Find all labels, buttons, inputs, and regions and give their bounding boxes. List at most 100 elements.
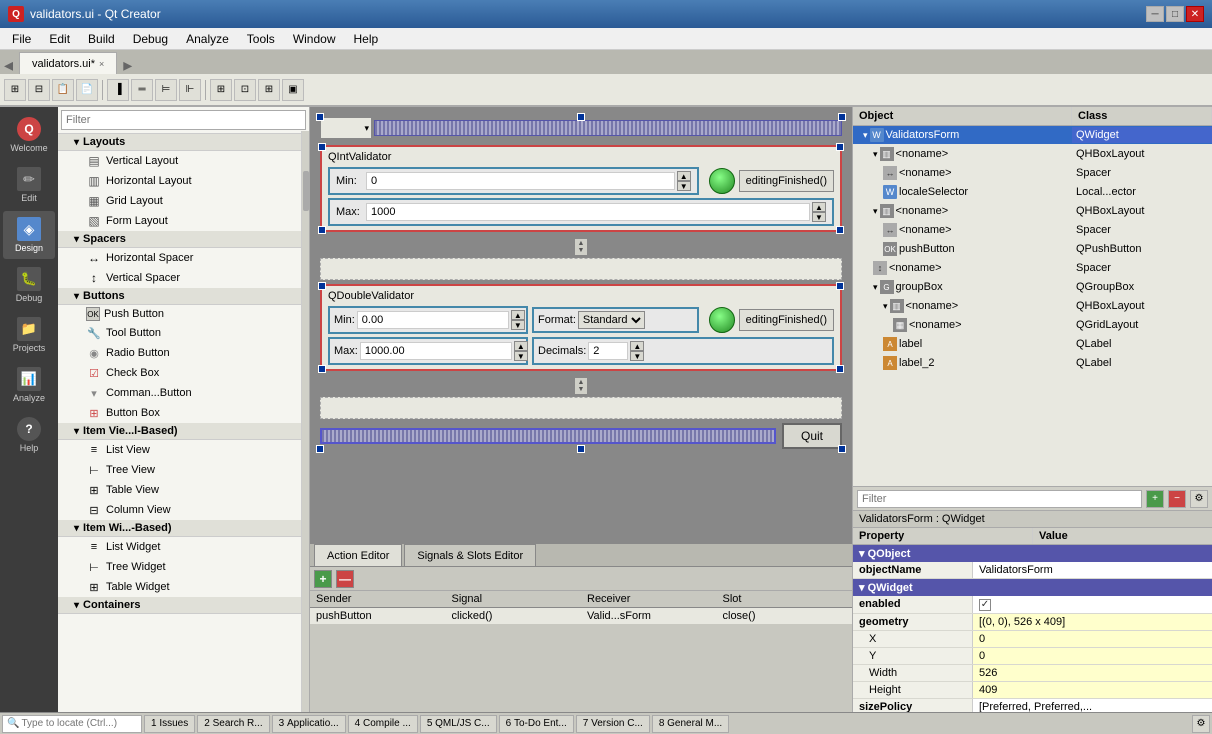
toolbar-btn-12[interactable]: ▣ [282,79,304,101]
qint-max-down[interactable]: ▼ [812,212,826,222]
filter-add-btn[interactable]: + [1146,490,1164,508]
obj-row-10[interactable]: ▦ <noname> QGridLayout [853,316,1212,335]
obj-row-2[interactable]: ↔ <noname> Spacer [853,164,1212,183]
tree-item-radio-button[interactable]: ◉ Radio Button [58,343,309,363]
tab-action-editor[interactable]: Action Editor [314,544,402,566]
qint-min-input[interactable] [366,172,675,190]
qdouble-max-up[interactable]: ▲ [514,341,528,351]
obj-row-7[interactable]: ↕ <noname> Spacer [853,259,1212,278]
qint-min-up[interactable]: ▲ [677,171,691,181]
toolbar-btn-1[interactable]: ⊞ [4,79,26,101]
sidebar-analyze[interactable]: 📊 Analyze [3,361,55,409]
qint-max-input[interactable] [366,203,810,221]
menu-debug[interactable]: Debug [125,30,176,48]
obj-row-1[interactable]: ▾ ▥ <noname> QHBoxLayout [853,145,1212,164]
status-general[interactable]: 8 General M... [652,715,729,733]
sidebar-help[interactable]: ? Help [3,411,55,459]
locate-input[interactable] [21,718,131,729]
toolbar-btn-2[interactable]: ⊟ [28,79,50,101]
obj-row-11[interactable]: A label QLabel [853,335,1212,354]
menu-window[interactable]: Window [285,30,344,48]
tree-item-h-spacer[interactable]: ↔ Horizontal Spacer [58,248,309,268]
sidebar-projects[interactable]: 📁 Projects [3,311,55,359]
tree-item-command-button[interactable]: ▾ Comman...Button [58,383,309,403]
window-controls[interactable]: ─ □ ✕ [1146,6,1204,22]
toolbar-btn-6[interactable]: ═ [131,79,153,101]
obj-row-8[interactable]: ▾ G groupBox QGroupBox [853,278,1212,297]
qint-max-up[interactable]: ▲ [812,202,826,212]
tree-arrow-4[interactable]: ▾ [873,206,878,217]
minimize-button[interactable]: ─ [1146,6,1164,22]
tree-arrow-0[interactable]: ▾ [863,130,868,141]
qdouble-max-input[interactable] [360,342,512,360]
tree-section-spacers[interactable]: Spacers [58,231,309,248]
property-filter-input[interactable] [857,490,1142,508]
status-qml[interactable]: 5 QML/JS C... [420,715,497,733]
qint-signal-btn[interactable]: editingFinished() [739,170,834,192]
tree-item-table-widget[interactable]: ⊞ Table Widget [58,577,309,597]
tab-close-button[interactable]: × [99,59,104,69]
menu-file[interactable]: File [4,30,39,48]
signal-row-0[interactable]: pushButton clicked() Valid...sForm close… [310,608,852,625]
tree-item-list-widget[interactable]: ≡ List Widget [58,537,309,557]
qdouble-min-up[interactable]: ▲ [511,310,525,320]
remove-signal-button[interactable]: — [336,570,354,588]
tree-item-list-view[interactable]: ≡ List View [58,440,309,460]
tree-section-buttons[interactable]: Buttons [58,288,309,305]
tree-section-layouts[interactable]: Layouts [58,134,309,151]
status-issues[interactable]: 1 Issues [144,715,195,733]
decimals-up[interactable]: ▲ [630,341,644,351]
toolbar-btn-3[interactable]: 📋 [52,79,74,101]
toolbar-btn-11[interactable]: ⊞ [258,79,280,101]
tab-validators-ui[interactable]: validators.ui* × [19,52,117,74]
menu-edit[interactable]: Edit [41,30,78,48]
qdouble-signal-btn[interactable]: editingFinished() [739,309,834,331]
obj-row-5[interactable]: ↔ <noname> Spacer [853,221,1212,240]
tree-item-tree-view[interactable]: ⊢ Tree View [58,460,309,480]
tree-arrow-8[interactable]: ▾ [873,282,878,293]
tree-item-column-view[interactable]: ⊟ Column View [58,500,309,520]
status-todo[interactable]: 6 To-Do Ent... [499,715,574,733]
toolbar-btn-5[interactable]: ▐ [107,79,129,101]
sidebar-welcome[interactable]: Q Welcome [3,111,55,159]
decimals-down[interactable]: ▼ [630,351,644,361]
combo-box[interactable]: ▾ [320,117,372,139]
format-select[interactable]: Standard [578,311,645,329]
menu-help[interactable]: Help [346,30,387,48]
obj-row-validatorsform[interactable]: ▾ W ValidatorsForm QWidget [853,126,1212,145]
tree-section-item-views[interactable]: Item Vie...l-Based) [58,423,309,440]
design-canvas[interactable]: ▾ QIntValidator [310,107,852,542]
horizontal-scrollbar-bottom[interactable] [320,428,776,444]
decimals-input[interactable] [588,342,628,360]
status-compile[interactable]: 4 Compile ... [348,715,418,733]
tree-item-vertical-layout[interactable]: ▤ Vertical Layout [58,151,309,171]
status-settings-btn[interactable]: ⚙ [1192,715,1210,733]
tree-item-tree-widget[interactable]: ⊢ Tree Widget [58,557,309,577]
tree-item-tool-button[interactable]: 🔧 Tool Button [58,323,309,343]
qdouble-min-down[interactable]: ▼ [511,320,525,330]
tree-arrow-9[interactable]: ▾ [883,301,888,312]
tree-arrow-1[interactable]: ▾ [873,149,878,160]
enabled-checkbox[interactable] [979,599,991,611]
tree-item-horizontal-layout[interactable]: ▥ Horizontal Layout [58,171,309,191]
status-application[interactable]: 3 Applicatio... [272,715,346,733]
tab-arrow-right[interactable]: ▸ [123,56,132,74]
sidebar-debug[interactable]: 🐛 Debug [3,261,55,309]
obj-row-9[interactable]: ▾ ▥ <noname> QHBoxLayout [853,297,1212,316]
tree-section-containers[interactable]: Containers [58,597,309,614]
sidebar-design[interactable]: ◈ Design [3,211,55,259]
filter-remove-btn[interactable]: − [1168,490,1186,508]
menu-tools[interactable]: Tools [239,30,283,48]
sidebar-edit[interactable]: ✏ Edit [3,161,55,209]
close-button[interactable]: ✕ [1186,6,1204,22]
tree-item-button-box[interactable]: ⊞ Button Box [58,403,309,423]
filter-options-btn[interactable]: ⚙ [1190,490,1208,508]
tree-item-table-view[interactable]: ⊞ Table View [58,480,309,500]
tree-section-item-widgets[interactable]: Item Wi...-Based) [58,520,309,537]
qdouble-min-input[interactable] [357,311,509,329]
tree-item-grid-layout[interactable]: ▦ Grid Layout [58,191,309,211]
tree-item-push-button[interactable]: OK Push Button [58,305,309,323]
tree-item-check-box[interactable]: ☑ Check Box [58,363,309,383]
obj-row-12[interactable]: A label_2 QLabel [853,354,1212,373]
quit-button[interactable]: Quit [782,423,842,449]
